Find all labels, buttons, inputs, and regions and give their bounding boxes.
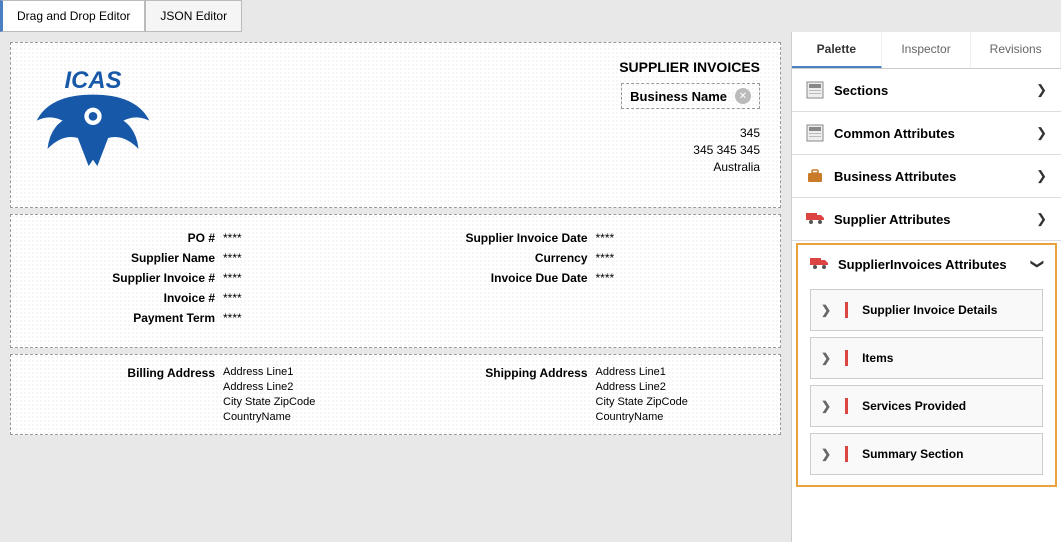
address-line: Australia [243, 159, 760, 176]
field-payment-term: Payment Term**** [23, 311, 396, 325]
group-supplier-invoices[interactable]: SupplierInvoices Attributes ❯ [798, 245, 1055, 283]
billing-address-lines: Address Line1 Address Line2 City State Z… [223, 365, 315, 424]
chevron-right-icon: ❯ [821, 303, 831, 317]
sub-services-provided[interactable]: ❯ Services Provided [810, 385, 1043, 427]
group-supplier-attributes[interactable]: Supplier Attributes ❯ [792, 198, 1061, 241]
field-sup-inv-date: Supplier Invoice Date**** [396, 231, 769, 245]
panel-tabs: Palette Inspector Revisions [792, 32, 1061, 69]
group-sections[interactable]: Sections ❯ [792, 69, 1061, 112]
field-invoice-num: Invoice #**** [23, 291, 396, 305]
marker-icon [845, 398, 848, 414]
field-due-date: Invoice Due Date**** [396, 271, 769, 285]
billing-address-label: Billing Address [23, 365, 223, 424]
truck-icon [806, 210, 824, 228]
business-name-field[interactable]: Business Name ✕ [621, 83, 760, 109]
field-supplier-name: Supplier Name**** [23, 251, 396, 265]
tab-palette[interactable]: Palette [792, 32, 882, 68]
chevron-right-icon: ❯ [1036, 168, 1047, 184]
marker-icon [845, 446, 848, 462]
address-section[interactable]: Billing Address Address Line1 Address Li… [10, 354, 781, 435]
truck-icon [810, 255, 828, 273]
shipping-address-label: Shipping Address [396, 365, 596, 424]
field-supplier-invoice-num: Supplier Invoice #**** [23, 271, 396, 285]
sub-items[interactable]: ❯ Items [810, 337, 1043, 379]
close-icon[interactable]: ✕ [735, 88, 751, 104]
business-name-label: Business Name [630, 89, 727, 104]
briefcase-icon [806, 167, 824, 185]
marker-icon [845, 350, 848, 366]
chevron-right-icon: ❯ [1036, 82, 1047, 98]
group-business-attributes[interactable]: Business Attributes ❯ [792, 155, 1061, 198]
chevron-right-icon: ❯ [1036, 211, 1047, 227]
sections-icon [806, 124, 824, 142]
shipping-address-lines: Address Line1 Address Line2 City State Z… [596, 365, 688, 424]
header-section[interactable]: ICAS SUPPLIER INVOICES Business Name ✕ 3… [10, 42, 781, 208]
sections-icon [806, 81, 824, 99]
supplier-invoices-highlight: SupplierInvoices Attributes ❯ ❯ Supplier… [796, 243, 1057, 487]
details-section[interactable]: PO #**** Supplier Name**** Supplier Invo… [10, 214, 781, 348]
right-panel: Palette Inspector Revisions Sections ❯ C… [791, 32, 1061, 542]
sub-supplier-invoice-details[interactable]: ❯ Supplier Invoice Details [810, 289, 1043, 331]
tab-json[interactable]: JSON Editor [145, 0, 242, 32]
tab-revisions[interactable]: Revisions [971, 32, 1061, 68]
chevron-right-icon: ❯ [1036, 125, 1047, 141]
marker-icon [845, 302, 848, 318]
field-po: PO #**** [23, 231, 396, 245]
logo: ICAS [23, 55, 163, 195]
svg-text:ICAS: ICAS [65, 67, 122, 94]
address-line: 345 345 345 [243, 142, 760, 159]
chevron-right-icon: ❯ [821, 447, 831, 461]
document-title: SUPPLIER INVOICES [243, 59, 760, 75]
sub-summary-section[interactable]: ❯ Summary Section [810, 433, 1043, 475]
tab-inspector[interactable]: Inspector [882, 32, 972, 68]
group-common-attributes[interactable]: Common Attributes ❯ [792, 112, 1061, 155]
editor-canvas: ICAS SUPPLIER INVOICES Business Name ✕ 3… [0, 32, 791, 542]
chevron-right-icon: ❯ [821, 399, 831, 413]
address-line: 345 [243, 125, 760, 142]
chevron-down-icon: ❯ [1030, 259, 1046, 270]
editor-tabs: Drag and Drop Editor JSON Editor [0, 0, 1061, 32]
tab-dragdrop[interactable]: Drag and Drop Editor [0, 0, 145, 32]
chevron-right-icon: ❯ [821, 351, 831, 365]
field-currency: Currency**** [396, 251, 769, 265]
